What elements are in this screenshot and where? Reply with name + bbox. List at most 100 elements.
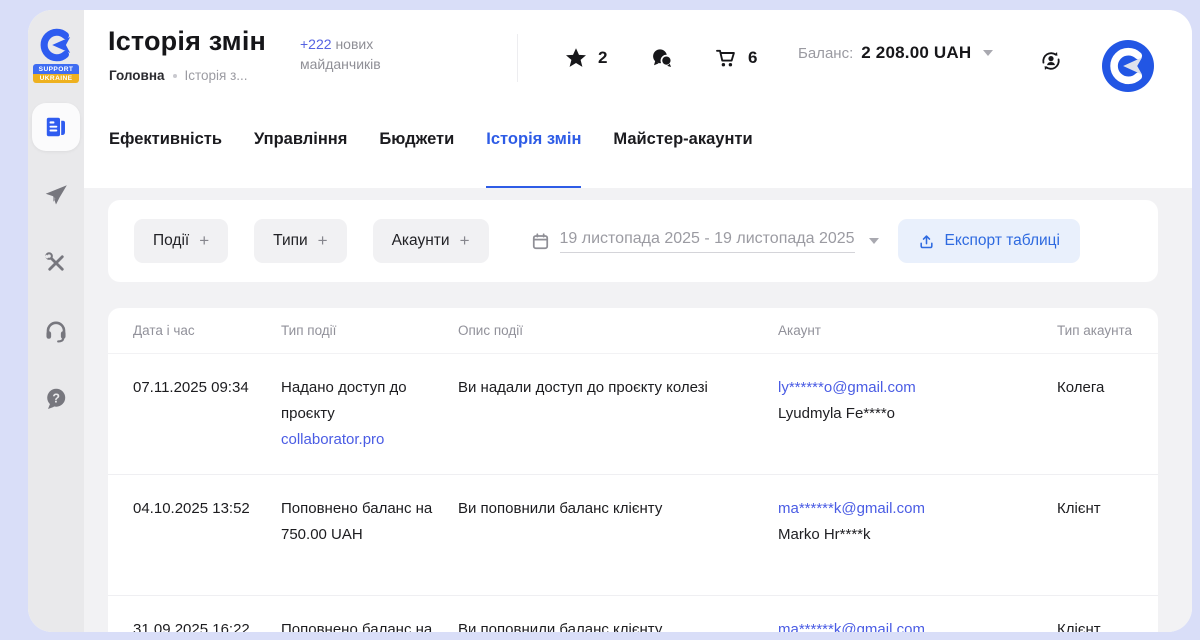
filter-types-label: Типи bbox=[273, 232, 308, 250]
switch-account-button[interactable] bbox=[1038, 48, 1066, 76]
chevron-down-icon bbox=[983, 50, 993, 56]
cell-description: Ви поповнили баланс клієнту bbox=[458, 617, 778, 632]
tab-efficiency[interactable]: Ефективність bbox=[109, 130, 222, 188]
user-avatar[interactable] bbox=[1102, 40, 1154, 92]
account-email-link[interactable]: ly******o@gmail.com bbox=[778, 375, 916, 401]
balance-label: Баланс: bbox=[798, 45, 853, 62]
filter-accounts-chip[interactable]: Акаунти + bbox=[373, 219, 489, 263]
cart-button[interactable]: 6 bbox=[714, 40, 757, 76]
collaborator-logo-icon bbox=[37, 28, 75, 62]
messages-button[interactable] bbox=[650, 40, 674, 76]
news-document-icon bbox=[43, 114, 69, 140]
chevron-down-icon bbox=[869, 238, 879, 244]
breadcrumb-home-link[interactable]: Головна bbox=[109, 68, 165, 83]
header-divider bbox=[517, 34, 518, 82]
cell-event-type: Поповнено баланс на 308.00 UAH bbox=[281, 617, 458, 632]
cell-account: ly******o@gmail.com Lyudmyla Fe****o bbox=[778, 375, 1057, 453]
plus-icon: + bbox=[460, 231, 470, 251]
balance-value: 2 208.00 UAH bbox=[861, 43, 971, 63]
export-table-label: Експорт таблиці bbox=[945, 232, 1061, 250]
new-sites-link[interactable]: +222 нових майданчиків bbox=[300, 34, 404, 74]
calendar-icon bbox=[531, 232, 550, 251]
paper-plane-icon bbox=[43, 182, 69, 208]
sidebar-item-support[interactable] bbox=[32, 307, 80, 355]
history-table: Дата і час Тип події Опис події Акаунт Т… bbox=[108, 308, 1158, 632]
breadcrumb: Головна Історія з... bbox=[109, 68, 248, 83]
column-header-date: Дата і час bbox=[133, 323, 281, 338]
help-bubble-icon: ? bbox=[43, 386, 69, 412]
cell-event-type: Надано доступ до проєкту collaborator.pr… bbox=[281, 375, 458, 453]
switch-account-icon bbox=[1038, 48, 1064, 74]
cell-account-type: Колега bbox=[1057, 375, 1148, 453]
table-row: 07.11.2025 09:34 Надано доступ до проєкт… bbox=[108, 354, 1158, 475]
cell-account: ma******k@gmail.com Marko Hr****k bbox=[778, 496, 1057, 574]
cell-account: ma******k@gmail.com Marko Hr****k bbox=[778, 617, 1057, 632]
page-title: Історія змін bbox=[108, 26, 266, 57]
headset-icon bbox=[43, 318, 69, 344]
cell-date: 31.09.2025 16:22 bbox=[133, 617, 281, 632]
account-name: Marko Hr****k bbox=[778, 522, 1057, 548]
export-table-button[interactable]: Експорт таблиці bbox=[898, 219, 1081, 263]
avatar-logo-icon bbox=[1102, 40, 1154, 92]
badge-support-label: SUPPORT bbox=[33, 64, 79, 74]
sidebar-item-help[interactable]: ? bbox=[32, 375, 80, 423]
event-type-text: Надано доступ до проєкту bbox=[281, 375, 458, 427]
column-header-account: Акаунт bbox=[778, 323, 1057, 338]
cell-description: Ви поповнили баланс клієнту bbox=[458, 496, 778, 574]
sidebar: SUPPORT UKRAINE bbox=[28, 10, 84, 632]
header: Історія змін Головна Історія з... +222 н… bbox=[84, 10, 1192, 106]
date-range-value: 19 листопада 2025 - 19 листопада 2025 bbox=[560, 230, 855, 253]
tab-bar: Ефективність Управління Бюджети Історія … bbox=[84, 106, 1192, 188]
content: Події + Типи + Акаунти + bbox=[84, 188, 1192, 632]
upload-icon bbox=[918, 233, 935, 250]
event-type-text: Поповнено баланс на 750.00 UAH bbox=[281, 496, 458, 548]
tab-history[interactable]: Історія змін bbox=[486, 130, 581, 188]
sidebar-item-tools[interactable] bbox=[32, 239, 80, 287]
star-icon bbox=[564, 46, 588, 70]
tab-master-accounts[interactable]: Майстер-акаунти bbox=[613, 130, 752, 188]
date-range-picker[interactable]: 19 листопада 2025 - 19 листопада 2025 bbox=[531, 230, 879, 253]
table-header-row: Дата і час Тип події Опис події Акаунт Т… bbox=[108, 308, 1158, 354]
tab-budgets[interactable]: Бюджети bbox=[379, 130, 454, 188]
balance-selector[interactable]: Баланс: 2 208.00 UAH bbox=[798, 43, 993, 63]
breadcrumb-separator bbox=[173, 74, 177, 78]
cell-account-type: Клієнт bbox=[1057, 496, 1148, 574]
cell-account-type: Клієнт bbox=[1057, 617, 1148, 632]
column-header-event-type: Тип події bbox=[281, 323, 458, 338]
cell-event-type: Поповнено баланс на 750.00 UAH bbox=[281, 496, 458, 574]
cell-date: 07.11.2025 09:34 bbox=[133, 375, 281, 453]
filter-events-label: Події bbox=[153, 232, 189, 250]
cell-date: 04.10.2025 13:52 bbox=[133, 496, 281, 574]
table-row: 31.09.2025 16:22 Поповнено баланс на 308… bbox=[108, 596, 1158, 632]
filter-accounts-label: Акаунти bbox=[392, 232, 450, 250]
cell-description: Ви надали доступ до проєкту колезі bbox=[458, 375, 778, 453]
account-name: Lyudmyla Fe****o bbox=[778, 401, 1057, 427]
column-header-description: Опис події bbox=[458, 323, 778, 338]
filter-bar: Події + Типи + Акаунти + bbox=[108, 200, 1158, 282]
favorites-count: 2 bbox=[598, 48, 607, 68]
app-window: SUPPORT UKRAINE bbox=[28, 10, 1192, 632]
column-header-account-type: Тип акаунта bbox=[1057, 323, 1148, 338]
account-email-link[interactable]: ma******k@gmail.com bbox=[778, 617, 925, 632]
support-ukraine-badge: SUPPORT UKRAINE bbox=[33, 64, 79, 83]
filter-types-chip[interactable]: Типи + bbox=[254, 219, 346, 263]
breadcrumb-current: Історія з... bbox=[185, 68, 248, 83]
new-sites-count: +222 bbox=[300, 36, 332, 52]
event-type-text: Поповнено баланс на 308.00 UAH bbox=[281, 617, 458, 632]
account-email-link[interactable]: ma******k@gmail.com bbox=[778, 496, 925, 522]
svg-text:?: ? bbox=[52, 391, 60, 405]
plus-icon: + bbox=[199, 231, 209, 251]
sidebar-item-telegram[interactable] bbox=[32, 171, 80, 219]
app-logo[interactable]: SUPPORT UKRAINE bbox=[33, 28, 79, 83]
plus-icon: + bbox=[318, 231, 328, 251]
tools-icon bbox=[43, 250, 69, 276]
filter-events-chip[interactable]: Події + bbox=[134, 219, 228, 263]
chat-icon bbox=[650, 46, 674, 70]
cart-icon bbox=[714, 46, 738, 70]
main-area: Історія змін Головна Історія з... +222 н… bbox=[84, 10, 1192, 632]
favorites-button[interactable]: 2 bbox=[564, 40, 607, 76]
event-project-link[interactable]: collaborator.pro bbox=[281, 427, 384, 453]
tab-management[interactable]: Управління bbox=[254, 130, 347, 188]
table-row: 04.10.2025 13:52 Поповнено баланс на 750… bbox=[108, 475, 1158, 596]
sidebar-item-catalog[interactable] bbox=[32, 103, 80, 151]
